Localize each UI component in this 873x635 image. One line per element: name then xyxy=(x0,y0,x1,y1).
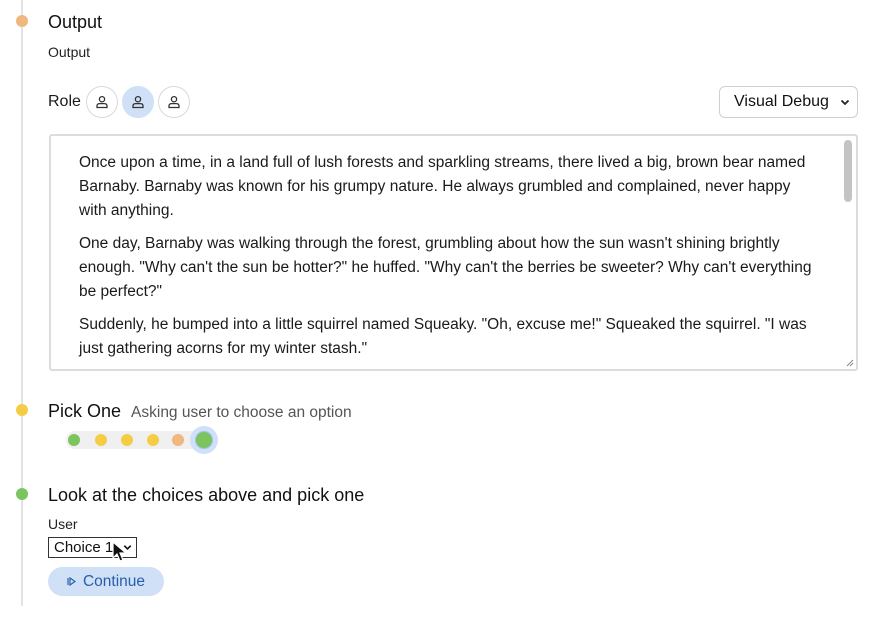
story-text: Once upon a time, in a land full of lush… xyxy=(79,151,819,369)
step-dot[interactable] xyxy=(68,434,80,446)
output-subtitle: Output xyxy=(48,44,91,60)
role-selector: Role xyxy=(48,84,194,120)
timeline-dot-output xyxy=(16,15,28,27)
chevron-down-icon xyxy=(840,99,850,106)
person-icon xyxy=(96,95,108,109)
continue-button[interactable]: Continue xyxy=(48,567,164,596)
visual-debug-value: Visual Debug xyxy=(734,93,829,110)
scrollbar-thumb[interactable] xyxy=(844,140,852,202)
pick-one-header: Pick One Asking user to choose an option xyxy=(48,401,352,422)
step-dot[interactable] xyxy=(172,434,184,446)
play-icon xyxy=(67,577,76,586)
continue-label: Continue xyxy=(82,572,146,590)
choice-prompt-title: Look at the choices above and pick one xyxy=(48,485,365,505)
story-paragraph: Once upon a time, in a land full of lush… xyxy=(79,154,806,219)
role-button-1[interactable] xyxy=(85,86,118,118)
step-dot[interactable] xyxy=(147,434,159,446)
user-label: User xyxy=(48,516,78,532)
choice-select-value: Choice 1 xyxy=(54,539,114,556)
resize-handle-icon[interactable] xyxy=(844,357,854,367)
timeline-dot-choice xyxy=(16,488,28,500)
timeline-dot-pick-one xyxy=(16,404,28,416)
story-paragraph: One day, Barnaby was walking through the… xyxy=(79,235,812,300)
current-step-dot[interactable] xyxy=(196,432,212,448)
pick-one-title: Pick One xyxy=(48,401,122,421)
timeline-line xyxy=(21,0,23,606)
person-icon xyxy=(168,95,180,109)
person-icon xyxy=(132,95,144,109)
role-label: Role xyxy=(48,93,81,110)
role-button-3[interactable] xyxy=(157,86,190,118)
visual-debug-select[interactable]: Visual Debug xyxy=(719,86,858,118)
output-title: Output xyxy=(48,12,103,32)
story-paragraph: Suddenly, he bumped into a little squirr… xyxy=(79,316,807,357)
pick-one-subtitle: Asking user to choose an option xyxy=(131,404,352,421)
step-dot[interactable] xyxy=(95,434,107,446)
step-dot[interactable] xyxy=(121,434,133,446)
mouse-cursor-icon xyxy=(112,541,128,562)
story-output-textarea[interactable]: Once upon a time, in a land full of lush… xyxy=(49,134,858,371)
role-button-2[interactable] xyxy=(121,86,154,118)
